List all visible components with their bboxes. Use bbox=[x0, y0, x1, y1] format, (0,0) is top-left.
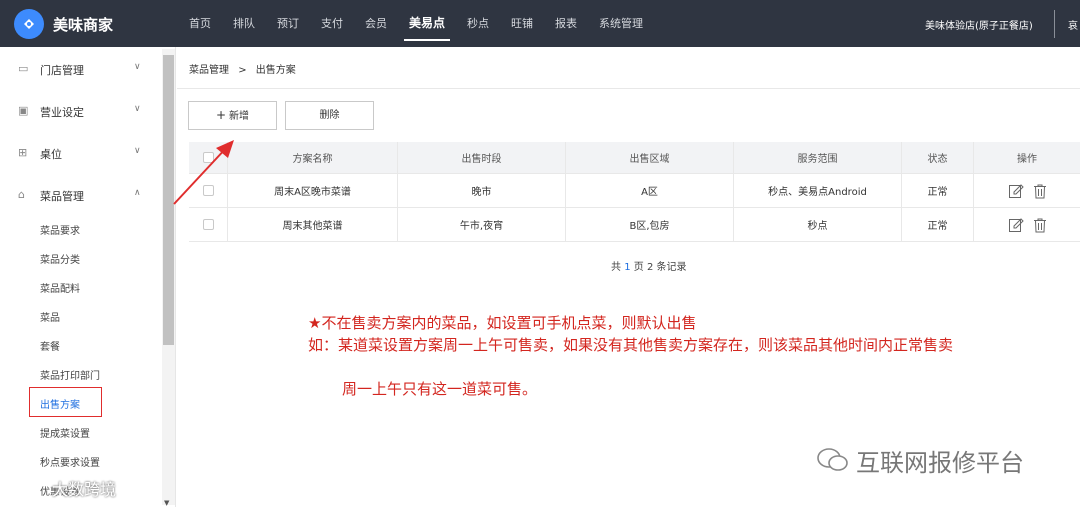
column-header: 服务范围 bbox=[734, 142, 902, 173]
nav-item[interactable]: 秒点 bbox=[456, 0, 500, 47]
sidebar-item-label: 菜品管理 bbox=[40, 190, 84, 203]
nav-item[interactable]: 美易点 bbox=[398, 0, 456, 47]
divider bbox=[177, 88, 1080, 89]
watermark-text: 互联网报修平台 bbox=[856, 449, 1024, 477]
cell-scope: 秒点 bbox=[734, 208, 902, 241]
chevron-down-icon: ∨ bbox=[134, 146, 141, 156]
sidebar-item-label: 门店管理 bbox=[40, 64, 84, 77]
logo-icon[interactable] bbox=[14, 9, 44, 39]
cell-period: 午市,夜宵 bbox=[398, 208, 566, 241]
column-header: 方案名称 bbox=[228, 142, 398, 173]
edit-icon[interactable] bbox=[1008, 183, 1024, 199]
user-menu[interactable]: 哀 bbox=[1068, 17, 1078, 32]
sidebar-subitem-label: 出售方案 bbox=[40, 400, 80, 411]
table-row[interactable]: 周末其他菜谱 午市,夜宵 B区,包房 秒点 正常 bbox=[189, 208, 1080, 242]
chevron-up-icon: ∧ bbox=[134, 188, 141, 198]
cell-actions bbox=[974, 174, 1080, 207]
sidebar-subitem[interactable]: 菜品配料 bbox=[40, 280, 80, 295]
watermark-text-2: 大数跨境 bbox=[52, 480, 117, 499]
sidebar-item-label: 桌位 bbox=[40, 148, 62, 161]
wechat-icon bbox=[817, 448, 848, 471]
home-icon: ⌂ bbox=[18, 188, 25, 201]
sidebar-item-dish-management[interactable]: ⌂ 菜品管理 ∧ bbox=[0, 175, 160, 215]
edit-icon[interactable] bbox=[1008, 217, 1024, 233]
sidebar-subitem[interactable]: 菜品要求 bbox=[40, 222, 80, 237]
pager-text: 条记录 bbox=[656, 262, 687, 273]
settings-icon: ▣ bbox=[18, 104, 29, 117]
cell-scope: 秒点、美易点Android bbox=[734, 174, 902, 207]
nav-item[interactable]: 报表 bbox=[544, 0, 588, 47]
sidebar-item-tables[interactable]: ⊞ 桌位 ∨ bbox=[0, 133, 160, 173]
grid-icon: ⊞ bbox=[18, 146, 28, 159]
sidebar: ▭ 门店管理 ∨ ▣ 营业设定 ∨ ⊞ 桌位 ∨ ⌂ 菜品管理 ∧ 菜品要求 菜… bbox=[0, 47, 176, 507]
annotation-note-line2: 如：某道菜设置方案周一上午可售卖，如果没有其他售卖方案存在，则该菜品其他时间内正… bbox=[308, 336, 954, 354]
sidebar-subitem-active[interactable]: 出售方案 bbox=[29, 387, 102, 417]
page-count[interactable]: 1 bbox=[624, 262, 630, 273]
sidebar-subitem[interactable]: 提成菜设置 bbox=[40, 425, 90, 440]
pager-text: 共 bbox=[611, 262, 621, 273]
sidebar-subitem[interactable]: 套餐 bbox=[40, 338, 60, 353]
annotation-note-line3: 周一上午只有这一道菜可售。 bbox=[342, 380, 538, 398]
plus-icon: + bbox=[215, 108, 227, 122]
cell-area: B区,包房 bbox=[566, 208, 734, 241]
nav-item[interactable]: 排队 bbox=[222, 0, 266, 47]
add-button-label: 新增 bbox=[229, 111, 250, 122]
divider bbox=[1054, 10, 1055, 38]
trash-icon[interactable] bbox=[1032, 217, 1048, 233]
breadcrumb-separator: > bbox=[238, 65, 247, 76]
nav-item[interactable]: 旺铺 bbox=[500, 0, 544, 47]
column-header: 操作 bbox=[1017, 154, 1037, 165]
table-row[interactable]: 周末A区晚市菜谱 晚市 A区 秒点、美易点Android 正常 bbox=[189, 174, 1080, 208]
pager-text: 页 bbox=[633, 262, 644, 273]
sidebar-item-store-management[interactable]: ▭ 门店管理 ∨ bbox=[0, 49, 160, 89]
column-header: 状态 bbox=[902, 142, 974, 173]
delete-button[interactable]: 删除 bbox=[285, 101, 374, 130]
nav-item[interactable]: 系统管理 bbox=[588, 0, 654, 47]
cell-actions bbox=[974, 208, 1080, 241]
scroll-down-arrow-icon[interactable]: ▼ bbox=[164, 499, 169, 507]
nav-item[interactable]: 首页 bbox=[178, 0, 222, 47]
cell-status: 正常 bbox=[902, 174, 974, 207]
chevron-down-icon: ∨ bbox=[134, 104, 141, 114]
top-bar: 美味商家 首页 排队 预订 支付 会员 美易点 秒点 旺铺 报表 系统管理 美味体验店(原子正餐店… bbox=[0, 0, 1080, 47]
trash-icon[interactable] bbox=[1032, 183, 1048, 199]
row-select-cell bbox=[189, 208, 228, 241]
cell-plan-name: 周末A区晚市菜谱 bbox=[228, 174, 398, 207]
sidebar-subitem[interactable]: 菜品打印部门 bbox=[40, 367, 100, 382]
table-header-row: 方案名称 出售时段 出售区域 服务范围 状态 操作 bbox=[189, 142, 1080, 174]
cell-period: 晚市 bbox=[398, 174, 566, 207]
sidebar-item-business-settings[interactable]: ▣ 营业设定 ∨ bbox=[0, 91, 160, 131]
sidebar-subitem[interactable]: 菜品 bbox=[40, 309, 60, 324]
main-nav: 首页 排队 预订 支付 会员 美易点 秒点 旺铺 报表 系统管理 bbox=[178, 0, 654, 47]
store-icon: ▭ bbox=[18, 62, 29, 75]
cell-plan-name: 周末其他菜谱 bbox=[228, 208, 398, 241]
row-checkbox[interactable] bbox=[202, 219, 214, 230]
column-header: 出售时段 bbox=[398, 142, 566, 173]
sidebar-subitem[interactable]: 菜品分类 bbox=[40, 251, 80, 266]
nav-item[interactable]: 预订 bbox=[266, 0, 310, 47]
nav-item[interactable]: 支付 bbox=[310, 0, 354, 47]
cell-area: A区 bbox=[566, 174, 734, 207]
breadcrumb-parent[interactable]: 菜品管理 bbox=[189, 65, 229, 76]
pagination-summary: 共 1 页 2 条记录 bbox=[611, 258, 687, 273]
sidebar-subitem[interactable]: 秒点要求设置 bbox=[40, 454, 100, 469]
cell-status: 正常 bbox=[902, 208, 974, 241]
delete-button-label: 删除 bbox=[319, 110, 340, 121]
breadcrumb-current: 出售方案 bbox=[255, 65, 296, 76]
add-button[interactable]: + 新增 bbox=[188, 101, 277, 130]
store-name[interactable]: 美味体验店(原子正餐店) bbox=[925, 17, 1033, 32]
column-header: 出售区域 bbox=[566, 142, 734, 173]
record-count: 2 bbox=[646, 262, 654, 273]
brand-name: 美味商家 bbox=[53, 16, 114, 34]
breadcrumb: 菜品管理 > 出售方案 bbox=[189, 61, 296, 76]
annotation-note-line1: ★不在售卖方案内的菜品，如设置可手机点菜，则默认出售 bbox=[308, 314, 697, 332]
sidebar-item-label: 营业设定 bbox=[40, 106, 84, 119]
chevron-down-icon: ∨ bbox=[134, 62, 141, 72]
nav-item[interactable]: 会员 bbox=[354, 0, 398, 47]
annotation-arrow-icon bbox=[173, 140, 234, 205]
